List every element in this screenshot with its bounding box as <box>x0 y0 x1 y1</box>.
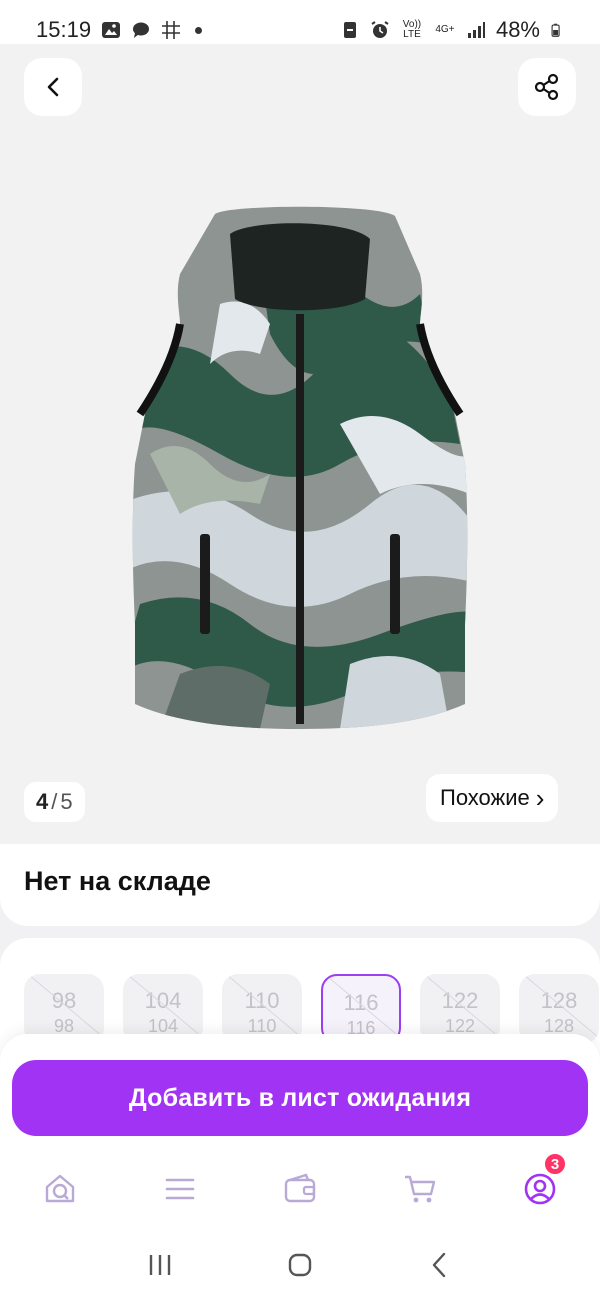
grid-app-icon <box>162 21 181 39</box>
stock-status-card: Нет на складе <box>0 844 600 926</box>
bottom-tab-bar: 3 <box>0 1152 600 1214</box>
home-search-icon <box>45 1174 75 1203</box>
add-to-waitlist-button[interactable]: Добавить в лист ожидания <box>12 1060 588 1136</box>
system-navigation-bar <box>0 1230 600 1299</box>
volte-label: Vo)) LTE <box>402 19 422 40</box>
battery-level: 48% <box>495 17 540 42</box>
home-icon[interactable] <box>285 1250 315 1280</box>
wallet-icon <box>284 1173 316 1203</box>
image-counter: 4 / 5 <box>24 782 85 822</box>
notification-dot <box>195 26 203 34</box>
gallery-icon <box>102 22 121 38</box>
battery-icon <box>551 23 560 37</box>
profile-icon <box>524 1173 556 1205</box>
size-value: 128 <box>540 988 578 1013</box>
size-value: 110 <box>244 988 280 1013</box>
profile-badge: 3 <box>543 1152 567 1176</box>
stock-status-title: Нет на складе <box>24 866 211 896</box>
recent-apps-icon[interactable] <box>145 1250 175 1280</box>
tab-cart[interactable] <box>395 1164 445 1214</box>
cart-icon <box>405 1175 436 1203</box>
counter-current: 4 <box>36 789 49 814</box>
tab-wallet[interactable] <box>275 1164 325 1214</box>
tab-home[interactable] <box>35 1164 85 1214</box>
counter-total: 5 <box>60 789 73 814</box>
counter-separator: / <box>51 789 58 814</box>
size-value: 98 <box>51 988 77 1013</box>
chat-icon <box>133 22 150 38</box>
similar-label: Похожие <box>440 785 530 810</box>
size-value: 116 <box>343 990 379 1015</box>
alarm-icon <box>371 21 389 38</box>
menu-icon <box>165 1178 195 1200</box>
clock: 15:19 <box>36 17 92 42</box>
chevron-left-icon <box>47 77 59 97</box>
chevron-right-icon: › <box>535 783 545 813</box>
similar-button[interactable]: Похожие › <box>426 774 559 822</box>
clipboard-icon <box>343 22 356 38</box>
share-button[interactable] <box>518 58 576 116</box>
size-value: 104 <box>144 988 182 1013</box>
tab-profile[interactable]: 3 <box>515 1152 567 1214</box>
product-image <box>132 206 468 730</box>
tab-catalog[interactable] <box>155 1164 205 1214</box>
back-nav-icon[interactable] <box>425 1250 455 1280</box>
product-gallery[interactable]: 4 / 5 Похожие › <box>0 44 600 844</box>
size-value: 122 <box>441 988 479 1013</box>
share-icon <box>534 73 559 101</box>
signal-icon <box>467 22 485 38</box>
network-type: 4G+ <box>435 24 455 35</box>
back-button[interactable] <box>24 58 82 116</box>
